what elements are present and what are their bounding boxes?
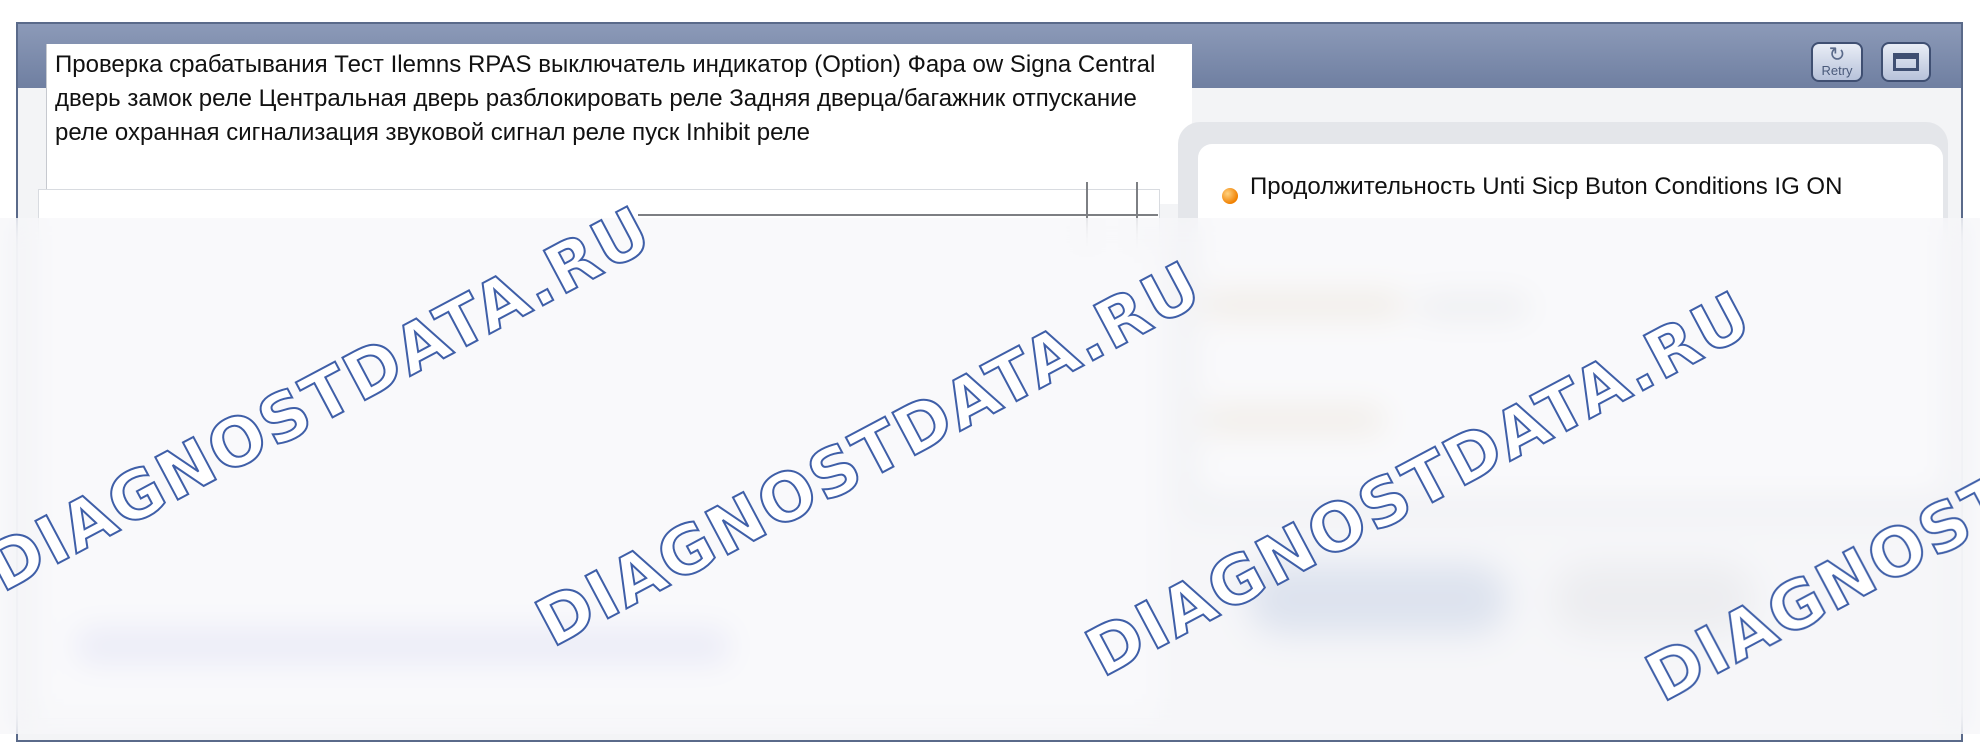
retry-label: Retry [1821, 63, 1853, 78]
condition-text: Продолжительность Unti Sicp Buton Condit… [1250, 173, 1843, 200]
retry-icon: ↻ [1828, 44, 1846, 66]
window-toggle-button[interactable] [1881, 42, 1931, 82]
retry-button[interactable]: ↻ Retry [1811, 42, 1863, 82]
window-icon [1893, 53, 1919, 71]
table-divider [638, 214, 1158, 216]
condition-item: Продолжительность Unti Sicp Buton Condit… [1222, 170, 1842, 204]
status-dot-icon [1222, 188, 1238, 204]
test-description: Проверка срабатывания Тест Ilemns RPAS в… [46, 44, 1192, 204]
